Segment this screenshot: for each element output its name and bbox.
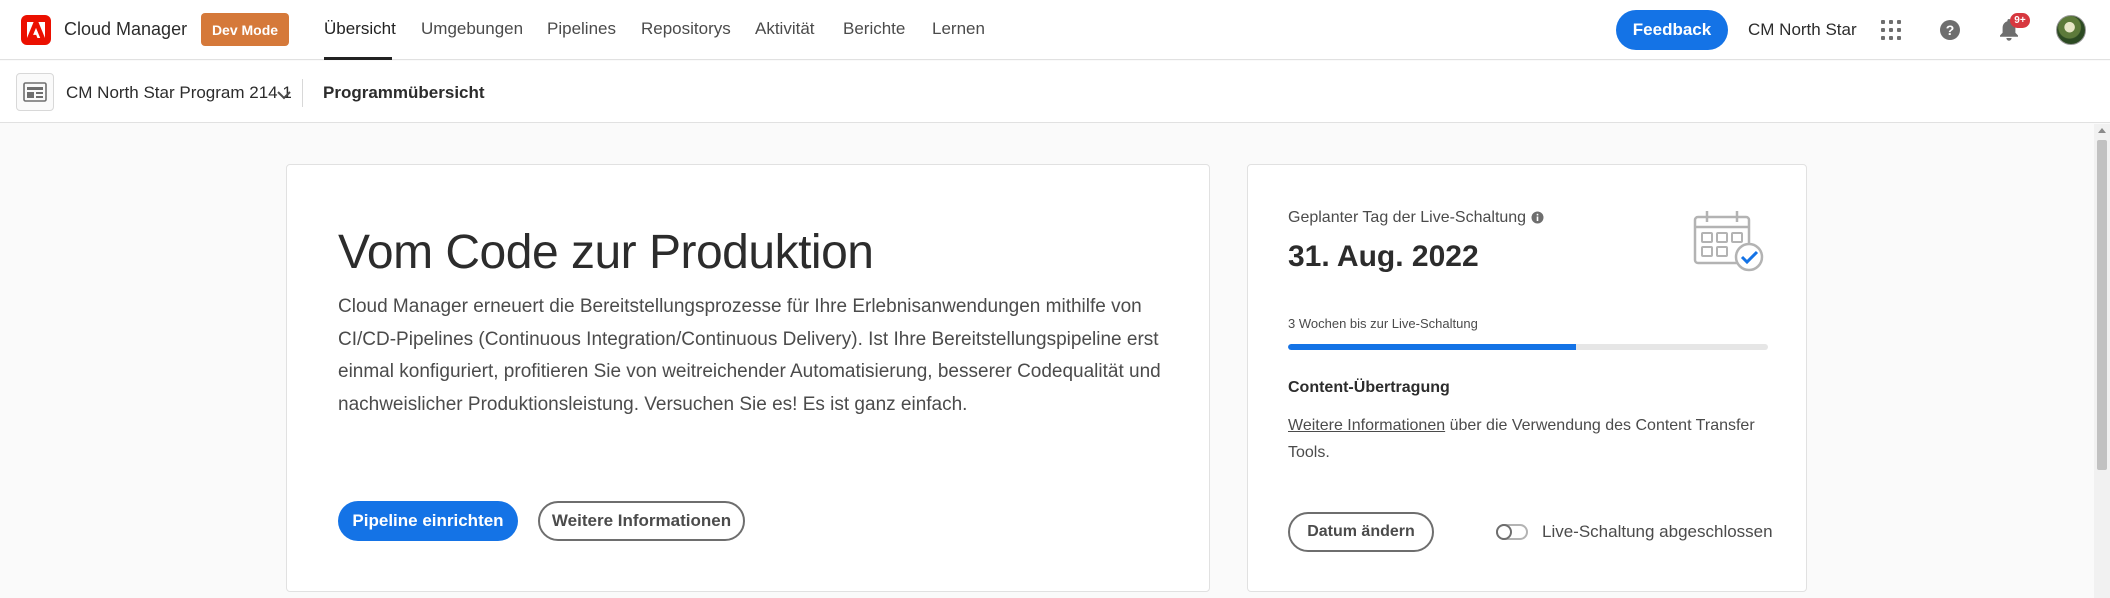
notification-badge: 9+ [2010, 13, 2030, 28]
change-date-button[interactable]: Datum ändern [1288, 512, 1434, 552]
dev-mode-badge: Dev Mode [201, 13, 289, 46]
help-icon[interactable]: ? [1938, 18, 1962, 42]
program-selector[interactable]: CM North Star Program 214 1 [66, 83, 292, 103]
tab-repositories[interactable]: Repositorys [641, 19, 731, 39]
top-navigation-bar: Cloud Manager Dev Mode Übersicht Umgebun… [0, 0, 2110, 60]
calendar-check-icon [1693, 209, 1765, 278]
weeks-remaining-label: 3 Wochen bis zur Live-Schaltung [1288, 316, 1478, 331]
svg-text:?: ? [1946, 22, 1955, 38]
tab-overview[interactable]: Übersicht [324, 19, 396, 39]
code-to-production-card: Vom Code zur Produktion Cloud Manager er… [286, 164, 1210, 592]
golive-complete-toggle[interactable] [1496, 524, 1528, 540]
golive-complete-label: Live-Schaltung abgeschlossen [1542, 522, 1773, 541]
hero-title: Vom Code zur Produktion [338, 226, 874, 279]
adobe-logo-icon[interactable] [21, 15, 51, 45]
program-icon [16, 73, 54, 111]
active-tab-indicator [324, 57, 392, 60]
vertical-scrollbar[interactable] [2094, 124, 2110, 598]
avatar[interactable] [2056, 15, 2086, 45]
content-transfer-text: Weitere Informationen über die Verwendun… [1288, 412, 1778, 466]
golive-date: 31. Aug. 2022 [1288, 240, 1479, 273]
golive-card: Geplanter Tag der Live-Schaltung 31. Aug… [1247, 164, 1807, 592]
content-transfer-link[interactable]: Weitere Informationen [1288, 417, 1445, 434]
learn-more-button[interactable]: Weitere Informationen [538, 501, 745, 541]
tab-learn[interactable]: Lernen [932, 19, 985, 39]
golive-label: Geplanter Tag der Live-Schaltung [1288, 209, 1527, 226]
hero-description: Cloud Manager erneuert die Bereitstellun… [338, 296, 1161, 415]
setup-pipeline-button[interactable]: Pipeline einrichten [338, 501, 518, 541]
app-switcher-icon[interactable] [1879, 18, 1903, 42]
scroll-up-arrow-icon[interactable] [2098, 128, 2106, 133]
app-title[interactable]: Cloud Manager [64, 19, 187, 40]
chevron-down-icon[interactable] [277, 87, 291, 105]
content-transfer-heading: Content-Übertragung [1288, 379, 1450, 396]
scroll-thumb[interactable] [2097, 140, 2107, 470]
program-bar: CM North Star Program 214 1 Programmüber… [0, 61, 2110, 123]
info-icon[interactable] [1531, 211, 1544, 229]
divider [302, 79, 303, 107]
feedback-button[interactable]: Feedback [1616, 10, 1728, 50]
tab-environments[interactable]: Umgebungen [421, 19, 523, 39]
org-switcher[interactable]: CM North Star [1748, 20, 1857, 40]
tab-reports[interactable]: Berichte [843, 19, 905, 39]
tab-activity[interactable]: Aktivität [755, 19, 815, 39]
golive-progress-fill [1288, 344, 1576, 350]
page-title: Programmübersicht [323, 83, 485, 102]
golive-progress-bar [1288, 344, 1768, 350]
tab-pipelines[interactable]: Pipelines [547, 19, 616, 39]
